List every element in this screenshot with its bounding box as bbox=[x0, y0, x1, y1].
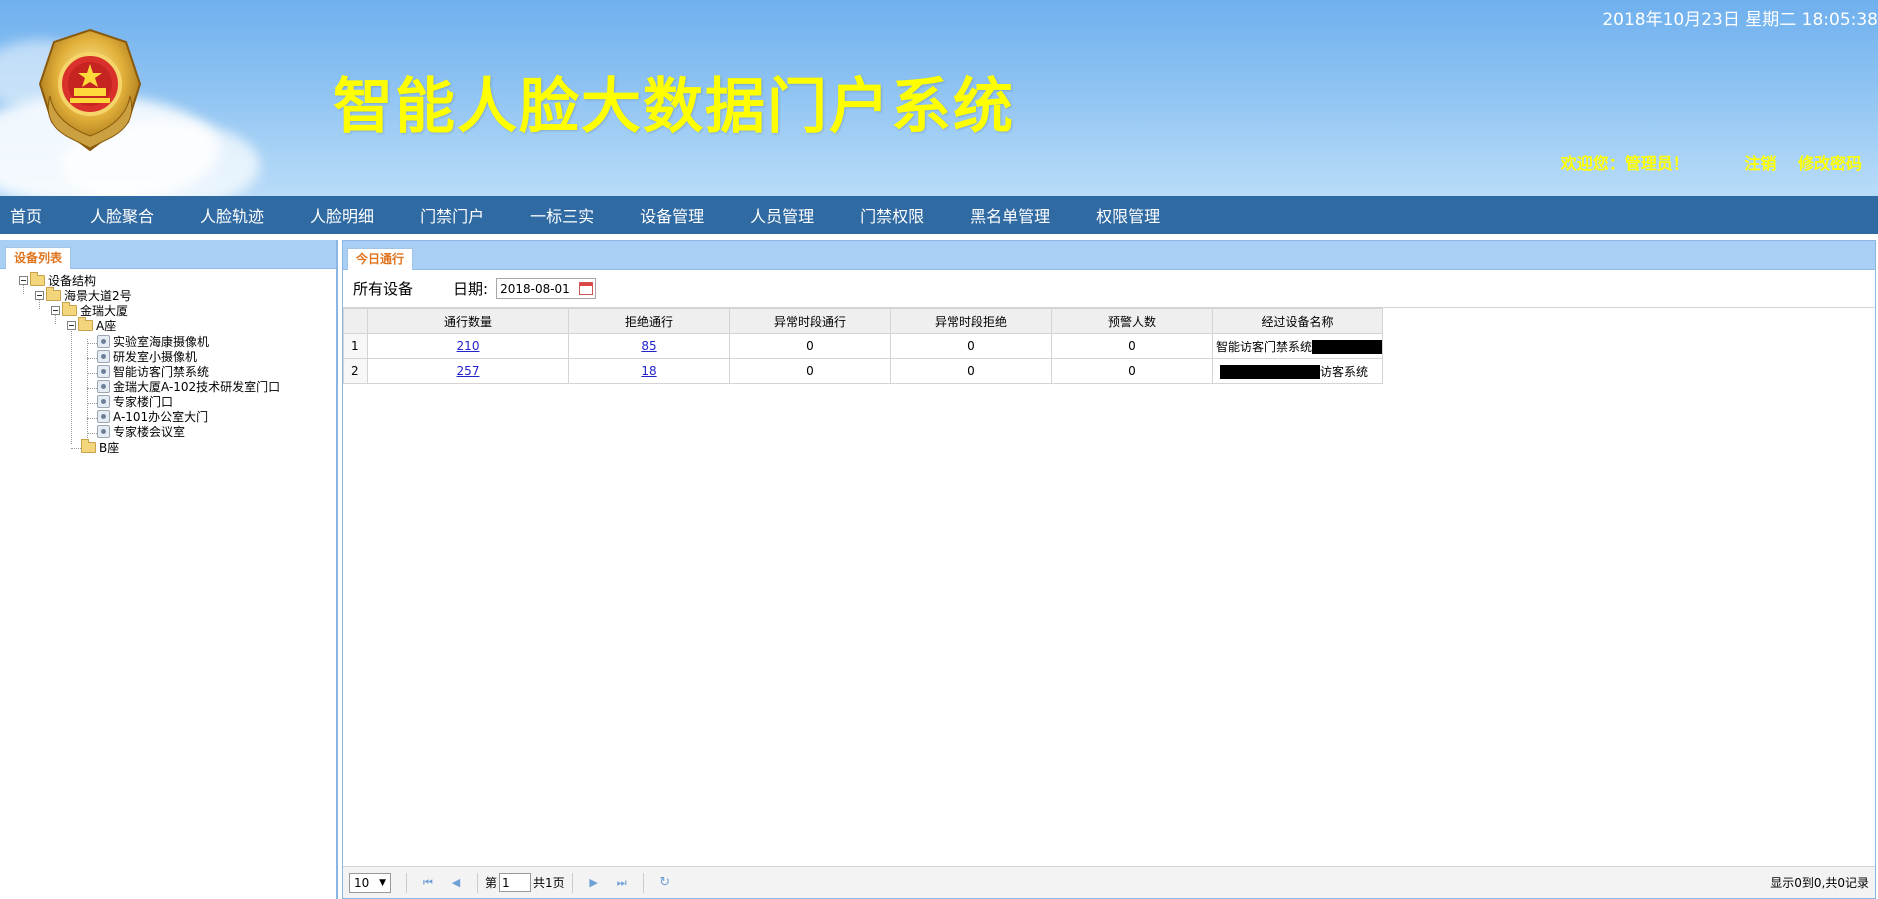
camera-device-icon bbox=[97, 410, 110, 423]
device-name-cell: 访客系统 bbox=[1211, 358, 1384, 384]
column-header[interactable]: 异常时段拒绝 bbox=[890, 308, 1052, 334]
pass-count-link[interactable]: 257 bbox=[457, 364, 480, 378]
column-header[interactable]: 异常时段通行 bbox=[729, 308, 891, 334]
table-row[interactable]: 1 210 85 0 0 0 智能访客门禁系统 bbox=[343, 333, 1384, 359]
column-header[interactable]: 拒绝通行 bbox=[568, 308, 730, 334]
abnormal-pass-cell: 0 bbox=[729, 333, 891, 359]
camera-device-icon bbox=[97, 335, 110, 348]
reject-count-link[interactable]: 85 bbox=[641, 339, 656, 353]
column-header[interactable]: 通行数量 bbox=[367, 308, 569, 334]
nav-access-permission[interactable]: 门禁权限 bbox=[850, 203, 942, 227]
nav-permission-management[interactable]: 权限管理 bbox=[1086, 203, 1178, 227]
system-title: 智能人脸大数据门户系统 bbox=[333, 72, 1015, 142]
nav-access-portal[interactable]: 门禁门户 bbox=[410, 203, 502, 227]
reject-count-link[interactable]: 18 bbox=[641, 364, 656, 378]
today-traffic-panel: 今日通行 所有设备 日期: 2018-08-01 通行数量 拒绝通行 异常时段通… bbox=[342, 240, 1876, 899]
row-number: 2 bbox=[343, 358, 368, 384]
police-emblem-icon bbox=[38, 28, 142, 152]
tree-node-block-b[interactable]: B座 bbox=[81, 439, 119, 456]
page-prefix: 第 bbox=[485, 876, 498, 890]
camera-device-icon bbox=[97, 380, 110, 393]
folder-open-icon bbox=[78, 317, 93, 331]
camera-device-icon bbox=[97, 350, 110, 363]
redaction-mark bbox=[1312, 340, 1383, 354]
first-page-icon[interactable]: ⏮ bbox=[421, 876, 435, 890]
tree-node-block-a[interactable]: A座 bbox=[67, 317, 116, 334]
device-name-cell: 智能访客门禁系统 bbox=[1211, 333, 1384, 359]
page-total: 共1页 bbox=[533, 876, 565, 890]
calendar-icon[interactable] bbox=[579, 282, 594, 295]
alert-count-cell: 0 bbox=[1051, 333, 1213, 359]
main-nav: 首页 人脸聚合 人脸轨迹 人脸明细 门禁门户 一标三实 设备管理 人员管理 门禁… bbox=[0, 196, 1878, 234]
collapse-icon[interactable] bbox=[67, 321, 76, 330]
nav-face-trajectory[interactable]: 人脸轨迹 bbox=[190, 203, 282, 227]
header-banner: 智能人脸大数据门户系统 2018年10月23日 星期二 18:05:38 欢迎您… bbox=[0, 0, 1878, 196]
folder-open-icon bbox=[46, 287, 61, 301]
column-header[interactable]: 经过设备名称 bbox=[1211, 308, 1384, 334]
camera-device-icon bbox=[97, 425, 110, 438]
nav-home[interactable]: 首页 bbox=[0, 203, 60, 227]
nav-face-aggregation[interactable]: 人脸聚合 bbox=[80, 203, 172, 227]
tree-node-device[interactable]: 专家楼会议室 bbox=[97, 423, 185, 440]
column-header[interactable]: 预警人数 bbox=[1051, 308, 1213, 334]
user-links: 欢迎您：管理员！ 注销 修改密码 bbox=[1561, 150, 1862, 174]
camera-device-icon bbox=[97, 365, 110, 378]
next-page-icon[interactable]: ▶ bbox=[587, 876, 601, 890]
dropdown-arrow-icon: ▼ bbox=[379, 877, 386, 888]
row-number-header bbox=[343, 308, 368, 334]
nav-one-standard-three-real[interactable]: 一标三实 bbox=[520, 203, 612, 227]
abnormal-reject-cell: 0 bbox=[890, 333, 1052, 359]
tab-device-list[interactable]: 设备列表 bbox=[5, 247, 72, 269]
date-label: 日期: bbox=[453, 280, 489, 298]
table-row[interactable]: 2 257 18 0 0 0 访客系统 bbox=[343, 358, 1384, 384]
all-devices-label[interactable]: 所有设备 bbox=[353, 278, 413, 299]
device-list-panel: 设备列表 设备结构 海景大道2号 金瑞大厦 A座 实验室海康摄像机 研发室小摄像… bbox=[0, 240, 338, 899]
page-number-input[interactable]: 1 bbox=[499, 873, 532, 892]
last-page-icon[interactable]: ⏭ bbox=[615, 876, 629, 890]
prev-page-icon[interactable]: ◀ bbox=[449, 876, 463, 890]
tab-today-traffic[interactable]: 今日通行 bbox=[347, 248, 414, 270]
filter-bar: 所有设备 日期: 2018-08-01 bbox=[343, 270, 1875, 308]
page-size-select[interactable]: 10 ▼ bbox=[349, 872, 391, 893]
nav-personnel-management[interactable]: 人员管理 bbox=[740, 203, 832, 227]
abnormal-reject-cell: 0 bbox=[890, 358, 1052, 384]
traffic-table: 通行数量 拒绝通行 异常时段通行 异常时段拒绝 预警人数 经过设备名称 1 21… bbox=[343, 308, 1384, 384]
logout-link[interactable]: 注销 bbox=[1744, 154, 1776, 173]
welcome-text: 欢迎您：管理员！ bbox=[1560, 154, 1689, 173]
folder-open-icon bbox=[62, 302, 77, 316]
date-input[interactable]: 2018-08-01 bbox=[496, 278, 597, 299]
alert-count-cell: 0 bbox=[1051, 358, 1213, 384]
refresh-icon[interactable]: ↻ bbox=[658, 875, 672, 890]
collapse-icon[interactable] bbox=[19, 276, 28, 285]
nav-face-detail[interactable]: 人脸明细 bbox=[300, 203, 392, 227]
current-datetime: 2018年10月23日 星期二 18:05:38 bbox=[1602, 10, 1878, 30]
nav-device-management[interactable]: 设备管理 bbox=[630, 203, 722, 227]
abnormal-pass-cell: 0 bbox=[729, 358, 891, 384]
redaction-mark bbox=[1220, 365, 1320, 379]
collapse-icon[interactable] bbox=[35, 291, 44, 300]
change-password-link[interactable]: 修改密码 bbox=[1798, 154, 1862, 173]
folder-open-icon bbox=[30, 272, 45, 286]
record-info: 显示0到0,共0记录 bbox=[1770, 876, 1869, 890]
pagination-bar: 10 ▼ ⏮ ◀ 第 1 共1页 ▶ ⏭ ↻ 显示0到0,共0记录 bbox=[343, 866, 1875, 898]
row-number: 1 bbox=[343, 333, 368, 359]
folder-icon bbox=[81, 439, 96, 453]
nav-blacklist-management[interactable]: 黑名单管理 bbox=[960, 203, 1068, 227]
collapse-icon[interactable] bbox=[51, 306, 60, 315]
pass-count-link[interactable]: 210 bbox=[457, 339, 480, 353]
camera-device-icon bbox=[97, 395, 110, 408]
